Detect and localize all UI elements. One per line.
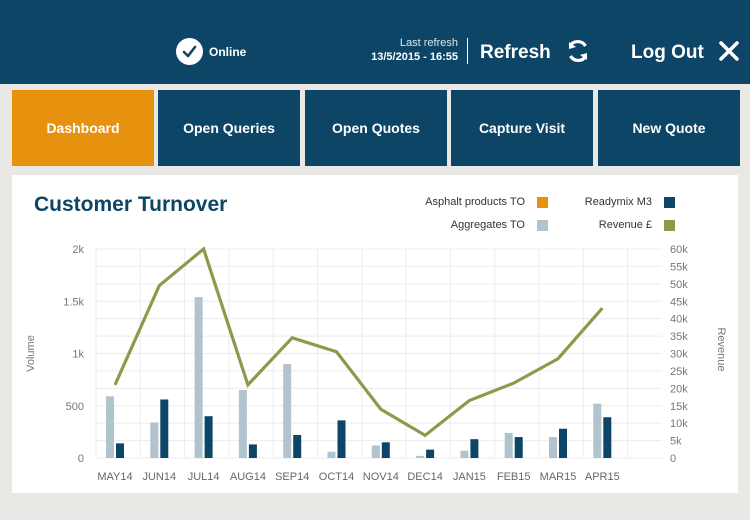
bar-readymix — [426, 449, 435, 458]
last-refresh-label: Last refresh — [399, 37, 458, 49]
last-refresh-info: Last refresh 13/5/2015 - 16:55 — [371, 36, 458, 64]
y2-tick-label: 30k — [670, 349, 688, 361]
bar-aggregates — [106, 396, 114, 458]
x-tick-label: SEP14 — [275, 471, 309, 483]
nav-open-quotes[interactable]: Open Quotes — [305, 90, 447, 166]
y2-tick-label: 60k — [670, 244, 688, 256]
bar-aggregates — [327, 451, 336, 458]
x-tick-label: DEC14 — [407, 471, 442, 483]
bar-readymix — [116, 443, 124, 458]
logout-button-label: Log Out — [631, 42, 704, 63]
y2-tick-label: 35k — [670, 331, 688, 343]
y2-tick-label: 25k — [670, 366, 688, 378]
x-tick-label: JAN15 — [453, 471, 486, 483]
y2-tick-label: 20k — [670, 383, 688, 395]
bar-readymix — [204, 416, 213, 458]
bar-readymix — [248, 444, 257, 458]
nav-new-quote[interactable]: New Quote — [598, 90, 740, 166]
check-circle-icon — [176, 38, 203, 65]
y2-tick-label: 0 — [670, 453, 676, 465]
bar-aggregates — [150, 422, 159, 458]
y-tick-label: 1.5k — [63, 296, 84, 308]
bar-readymix — [337, 420, 346, 458]
x-tick-label: JUL14 — [188, 471, 220, 483]
x-tick-label: JUN14 — [142, 471, 176, 483]
y2-tick-label: 50k — [670, 279, 688, 291]
top-bar: Online Last refresh 13/5/2015 - 16:55 Re… — [0, 0, 750, 84]
y2-tick-label: 45k — [670, 296, 688, 308]
y-tick-label: 1k — [72, 349, 84, 361]
bar-aggregates — [460, 450, 469, 458]
nav-dashboard-label: Dashboard — [46, 120, 120, 136]
nav-open-queries-label: Open Queries — [183, 120, 275, 136]
y2-tick-label: 15k — [670, 401, 688, 413]
bar-readymix — [603, 417, 612, 458]
y2-axis-label: Revenue — [715, 327, 727, 371]
revenue-line — [113, 246, 604, 438]
nav-open-quotes-label: Open Quotes — [332, 120, 420, 136]
bar-readymix — [470, 439, 479, 458]
y2-tick-label: 5k — [670, 436, 682, 448]
online-status: Online — [176, 38, 246, 65]
header-divider — [467, 38, 468, 64]
bar-readymix — [514, 437, 523, 458]
x-tick-label: AUG14 — [230, 471, 266, 483]
x-tick-label: MAY14 — [97, 471, 132, 483]
last-refresh-time: 13/5/2015 - 16:55 — [371, 51, 458, 63]
nav-capture-visit[interactable]: Capture Visit — [451, 90, 593, 166]
online-status-label: Online — [209, 44, 247, 59]
y-tick-label: 500 — [66, 401, 84, 413]
logout-button[interactable]: Log Out — [631, 38, 740, 68]
customer-turnover-card: Customer Turnover Asphalt products TO Re… — [12, 175, 738, 493]
nav-new-quote-label: New Quote — [632, 120, 706, 136]
y2-tick-label: 10k — [670, 418, 688, 430]
refresh-icon — [565, 36, 591, 71]
bar-aggregates — [549, 437, 557, 458]
bar-aggregates — [283, 363, 292, 458]
bar-aggregates — [416, 455, 425, 458]
bar-readymix — [293, 435, 302, 458]
bar-readymix — [381, 442, 390, 458]
x-tick-label: NOV14 — [363, 471, 399, 483]
bar-aggregates — [593, 403, 602, 458]
y-axis-label: Volume — [25, 335, 37, 372]
nav-open-queries[interactable]: Open Queries — [158, 90, 300, 166]
x-tick-label: OCT14 — [319, 471, 354, 483]
x-tick-label: APR15 — [585, 471, 620, 483]
bar-readymix — [559, 428, 567, 458]
close-icon — [718, 40, 740, 67]
bar-aggregates — [504, 432, 513, 458]
refresh-button-label: Refresh — [480, 42, 551, 63]
refresh-button[interactable]: Refresh — [480, 38, 591, 68]
x-tick-label: MAR15 — [540, 471, 577, 483]
main-nav: Dashboard Open Queries Open Quotes Captu… — [12, 90, 740, 166]
bar-aggregates — [194, 297, 203, 458]
nav-dashboard[interactable]: Dashboard — [12, 90, 154, 166]
nav-capture-visit-label: Capture Visit — [478, 120, 566, 136]
y2-tick-label: 55k — [670, 261, 688, 273]
y2-tick-label: 40k — [670, 314, 688, 326]
y-tick-label: 2k — [72, 244, 84, 256]
x-tick-label: FEB15 — [497, 471, 531, 483]
bar-aggregates — [238, 390, 247, 458]
y-tick-label: 0 — [78, 453, 84, 465]
bar-aggregates — [371, 445, 380, 458]
turnover-chart: 0 5k 10k 15k 20k 25k 30k 35k 40k 45k 50k 55k 60k 0 500… — [25, 244, 727, 483]
bar-readymix — [160, 399, 169, 458]
